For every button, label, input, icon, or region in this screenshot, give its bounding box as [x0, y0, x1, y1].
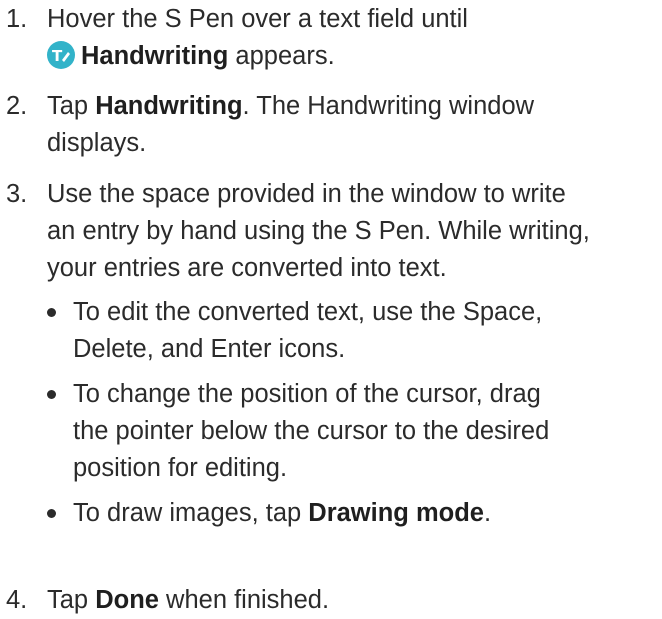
step-line: your entries are converted into text.	[47, 254, 447, 282]
step-line: Tap Handwriting. The Handwriting window	[47, 92, 535, 120]
bullet-text: To draw images, tap Drawing mode.	[73, 495, 491, 532]
bullet-text: To change the position of the cursor, dr…	[73, 376, 549, 487]
bullet-line: the pointer below the cursor to the desi…	[73, 417, 550, 445]
svg-text:T: T	[52, 47, 63, 65]
step-number: 3.	[6, 180, 28, 208]
bullet-text: To edit the converted text, use the Spac…	[73, 294, 542, 368]
step-line: an entry by hand using the S Pen. While …	[47, 217, 590, 245]
step-line: Tap Done when finished.	[47, 586, 330, 614]
bullet-dot	[47, 308, 56, 317]
handwriting-icon: T	[47, 41, 75, 69]
ui-term-handwriting: Handwriting	[81, 42, 229, 70]
bullet-line: To draw images, tap Drawing mode.	[73, 499, 492, 527]
ui-term-done: Done	[95, 586, 159, 614]
bullet-line: Delete, and Enter icons.	[73, 335, 346, 363]
step-number: 2.	[6, 92, 28, 120]
bullet-dot	[47, 390, 56, 399]
step-line: Use the space provided in the window to …	[47, 180, 566, 208]
step-line: displays.	[47, 129, 147, 157]
step-number: 1.	[6, 5, 28, 33]
step-text: Tap Done when finished.	[47, 582, 659, 619]
step-line: Hover the S Pen over a text field until	[47, 5, 468, 33]
bullet-line: To edit the converted text, use the Spac…	[73, 298, 543, 326]
bullet-dot	[47, 509, 56, 518]
ui-term-handwriting: Handwriting	[95, 92, 243, 120]
bullet-line: position for editing.	[73, 454, 288, 482]
ui-term-drawing-mode: Drawing mode	[308, 499, 484, 527]
step-number: 4.	[6, 586, 28, 614]
step-text: Hover the S Pen over a text field until …	[47, 1, 659, 75]
bullet-line: To change the position of the cursor, dr…	[73, 380, 541, 408]
step-text: Tap Handwriting. The Handwriting window …	[47, 88, 659, 162]
step-line: T Handwriting appears.	[47, 38, 659, 75]
step-text: Use the space provided in the window to …	[47, 176, 659, 287]
